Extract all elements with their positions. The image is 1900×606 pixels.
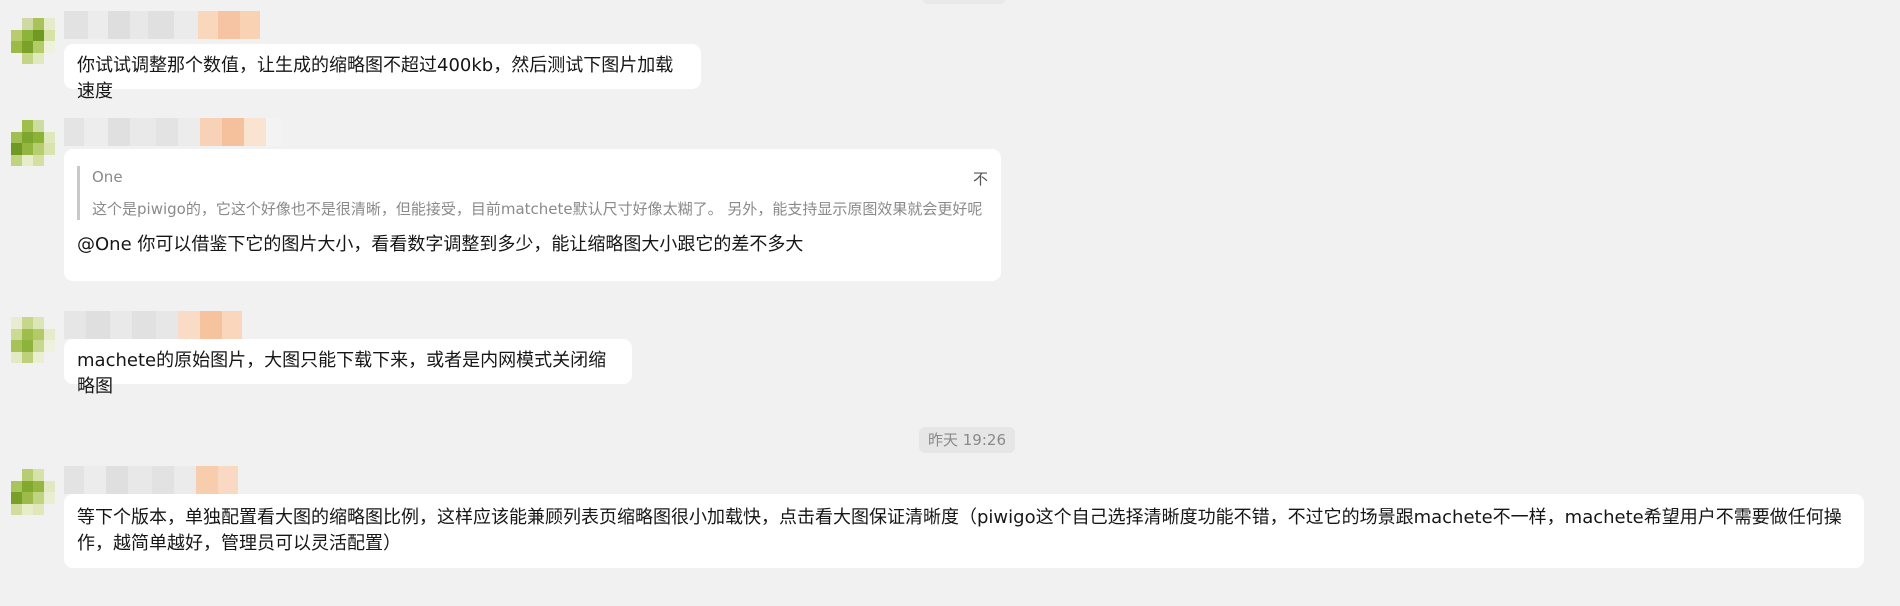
sender-avatar[interactable] (11, 469, 55, 515)
message-text: @One 你可以借鉴下它的图片大小，看看数字调整到多少，能让缩略图大小跟它的差不… (77, 234, 804, 255)
timestamp-divider: 昨天 19:26 (919, 427, 1015, 453)
message-text: 等下个版本，单独配置看大图的缩略图比例，这样应该能兼顾列表页缩略图很小加载快，点… (77, 507, 1842, 554)
sender-avatar[interactable] (11, 317, 55, 363)
sender-avatar[interactable] (11, 18, 55, 64)
sender-avatar[interactable] (11, 120, 55, 166)
quoted-message[interactable]: One 不 这个是piwigo的，它这个好像也不是很清晰，但能接受，目前matc… (77, 166, 988, 220)
quoted-text: 这个是piwigo的，它这个好像也不是很清晰，但能接受，目前matchete默认… (92, 200, 983, 218)
message-bubble[interactable]: 你试试调整那个数值，让生成的缩略图不超过400kb，然后测试下图片加载速度 (64, 44, 701, 102)
quote-more-indicator[interactable]: 不 (973, 166, 988, 192)
message-text: machete的原始图片，大图只能下载下来，或者是内网模式关闭缩略图 (77, 350, 607, 397)
message-bubble[interactable]: One 不 这个是piwigo的，它这个好像也不是很清晰，但能接受，目前matc… (64, 149, 1001, 281)
message-bubble[interactable]: 等下个版本，单独配置看大图的缩略图比例，这样应该能兼顾列表页缩略图很小加载快，点… (64, 494, 1864, 568)
message-text: 你试试调整那个数值，让生成的缩略图不超过400kb，然后测试下图片加载速度 (77, 55, 674, 102)
sender-name-redacted (64, 466, 238, 494)
sender-name-redacted (64, 11, 260, 39)
quoted-author: One (92, 168, 123, 186)
sender-name-redacted (64, 118, 282, 146)
message-bubble[interactable]: machete的原始图片，大图只能下载下来，或者是内网模式关闭缩略图 (64, 339, 632, 397)
previous-timestamp-badge (922, 0, 1006, 4)
sender-name-redacted (64, 311, 242, 339)
